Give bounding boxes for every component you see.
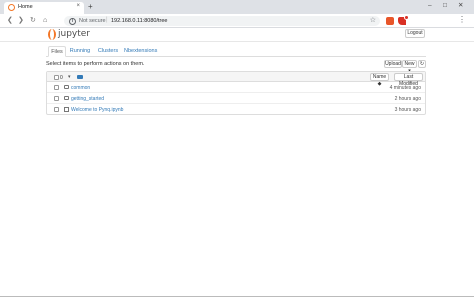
- url-text[interactable]: 192.168.0.11:8080/tree: [111, 18, 167, 24]
- forward-icon[interactable]: ❯: [18, 16, 24, 25]
- address-bar[interactable]: i Not secure | 192.168.0.11:8080/tree ☆: [64, 16, 380, 26]
- item-modified-time: 3 hours ago: [394, 106, 421, 113]
- extension-badge: [404, 15, 409, 20]
- item-name-link[interactable]: getting_started: [71, 96, 104, 102]
- minimize-window-button[interactable]: –: [428, 2, 432, 10]
- item-modified-time: 2 hours ago: [394, 95, 421, 102]
- reload-icon[interactable]: ↻: [30, 16, 36, 25]
- select-all-checkbox[interactable]: [54, 74, 59, 80]
- select-dropdown-icon[interactable]: ▾: [68, 74, 71, 80]
- jupyter-favicon-icon: [8, 4, 15, 11]
- back-icon[interactable]: ❮: [7, 16, 13, 25]
- maximize-window-button[interactable]: □: [443, 2, 447, 10]
- jupyter-logo-text: jupyter: [58, 29, 91, 39]
- extension-icon[interactable]: [398, 15, 409, 25]
- url-separator: |: [106, 17, 108, 23]
- tab-files[interactable]: Files: [48, 46, 66, 57]
- selected-count: 0: [60, 74, 63, 81]
- info-icon[interactable]: i: [69, 17, 76, 25]
- folder-icon: [64, 85, 69, 89]
- list-item[interactable]: Welcome to Pynq.ipynb 3 hours ago: [47, 104, 425, 115]
- item-checkbox[interactable]: [54, 106, 59, 112]
- jupyter-logo-icon: [48, 29, 56, 40]
- new-dropdown-button[interactable]: New ▾: [402, 60, 417, 74]
- folder-icon: [77, 74, 83, 79]
- file-list: 0 ▾ Name ◆ Last Modified common 4 minute…: [46, 71, 426, 115]
- logout-button[interactable]: Logout: [405, 29, 425, 38]
- sort-by-name-button[interactable]: Name ◆: [370, 73, 389, 87]
- item-checkbox[interactable]: [54, 84, 59, 90]
- jupyter-logo[interactable]: jupyter: [48, 28, 91, 41]
- tab-nbextensions[interactable]: Nbextensions: [124, 46, 157, 57]
- new-tab-button[interactable]: +: [88, 2, 93, 11]
- folder-icon: [64, 96, 69, 100]
- tab-running[interactable]: Running: [68, 46, 92, 57]
- bookmark-star-icon[interactable]: ☆: [370, 16, 376, 24]
- brave-icon[interactable]: [386, 17, 394, 25]
- close-window-button[interactable]: ✕: [458, 2, 463, 10]
- select-items-message: Select items to perform actions on them.: [46, 61, 145, 67]
- list-item[interactable]: common 4 minutes ago: [47, 82, 425, 93]
- browser-tab-title: Home: [18, 4, 33, 10]
- notebook-icon: [64, 106, 69, 112]
- file-list-header: 0 ▾ Name ◆ Last Modified: [47, 72, 425, 87]
- security-label: Not secure: [79, 17, 106, 24]
- refresh-icon[interactable]: ↻: [418, 60, 426, 68]
- sort-by-last-modified-button[interactable]: Last Modified: [394, 73, 423, 87]
- close-tab-icon[interactable]: ×: [76, 3, 80, 9]
- dashboard-tabs: Files Running Clusters Nbextensions: [46, 46, 426, 57]
- list-item[interactable]: getting_started 2 hours ago: [47, 93, 425, 104]
- item-name-link[interactable]: Welcome to Pynq.ipynb: [71, 107, 123, 113]
- tab-clusters[interactable]: Clusters: [96, 46, 120, 57]
- item-checkbox[interactable]: [54, 95, 59, 101]
- browser-tab-home[interactable]: Home ×: [4, 2, 84, 14]
- home-icon[interactable]: ⌂: [43, 16, 47, 25]
- browser-tab-strip: Home × + – □ ✕: [0, 0, 474, 14]
- upload-button[interactable]: Upload: [384, 60, 402, 68]
- header-divider: [0, 41, 474, 42]
- item-name-link[interactable]: common: [71, 85, 90, 91]
- item-modified-time: 4 minutes ago: [389, 84, 421, 91]
- browser-menu-icon[interactable]: ⋮: [458, 15, 466, 25]
